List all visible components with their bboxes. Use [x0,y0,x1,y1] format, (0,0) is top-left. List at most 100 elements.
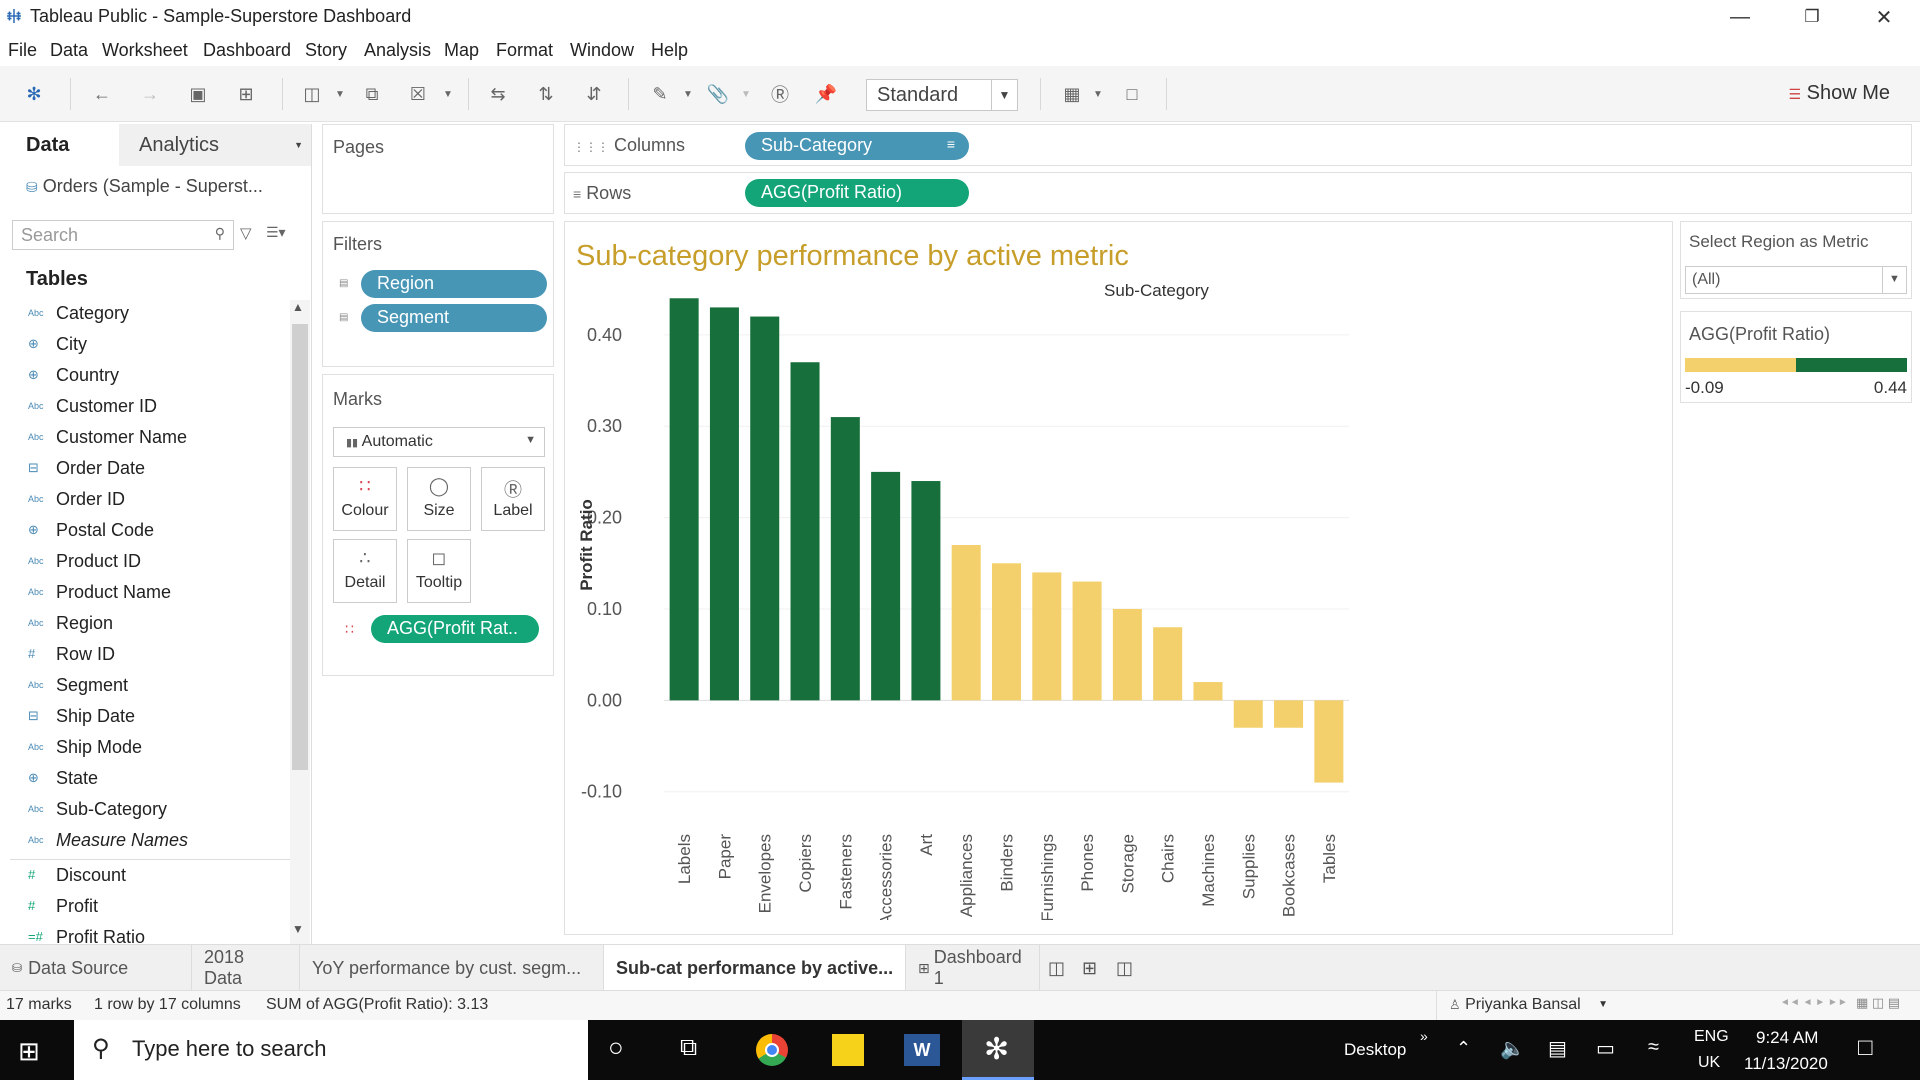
word-icon[interactable]: W [904,1034,940,1066]
chevron-down-icon[interactable]: ▼ [326,80,354,108]
sort-descending-icon[interactable]: ⇵ [580,80,608,108]
tab-2018-data[interactable]: 2018 Data [192,945,300,991]
tab-analytics[interactable]: Analytics ▼ [119,124,311,166]
wifi-icon[interactable]: ≈ [1648,1036,1659,1059]
scrollbar-thumb[interactable] [292,324,308,770]
clock-date[interactable]: 11/13/2020 [1744,1054,1828,1074]
tab-data-source[interactable]: ⛁ Data Source [0,945,192,991]
menu-help[interactable]: Help [651,40,688,61]
field-item[interactable]: Abc Category [0,300,290,330]
field-item[interactable]: ⊕ Country [0,362,290,392]
save-icon[interactable]: ▣ [184,80,212,108]
field-item[interactable]: Abc Customer Name [0,424,290,454]
new-worksheet-icon[interactable]: ◫ [298,80,326,108]
scroll-down-icon[interactable]: ▼ [292,922,304,936]
fit-select[interactable]: Standard ▼ [866,79,1018,111]
columns-pill-subcategory[interactable]: Sub-Category ≡ [745,132,969,160]
tab-dashboard-1[interactable]: ⊞ Dashboard 1 [906,945,1040,991]
add-datasource-icon[interactable]: ⊞ [232,80,260,108]
battery-icon[interactable]: ▭ [1596,1036,1615,1061]
chevron-down-icon[interactable]: ▼ [732,80,760,108]
label-button[interactable]: Ⓡ Label [481,467,545,531]
group-icon[interactable]: 📎 [704,80,732,108]
redo-icon[interactable]: → [136,80,164,108]
language-eng[interactable]: ENG [1694,1028,1729,1046]
tableau-taskbar-icon[interactable]: ✻ [962,1020,1034,1080]
menu-file[interactable]: File [8,40,37,61]
sticky-notes-icon[interactable] [832,1034,864,1066]
volume-icon[interactable]: 🔈 [1500,1036,1525,1061]
filter-pill-segment[interactable]: Segment [361,304,547,332]
field-item[interactable]: Abc Region [0,610,290,640]
new-worksheet-tab-icon[interactable]: ◫ [1040,945,1074,991]
tab-data[interactable]: Data [0,124,118,166]
labels-icon[interactable]: Ⓡ [766,80,794,108]
new-dashboard-tab-icon[interactable]: ⊞ [1074,945,1108,991]
taskbar-search-input[interactable]: ⚲ Type here to search [74,1020,588,1080]
region-parameter-select[interactable]: (All) ▼ [1685,266,1907,294]
show-me-button[interactable]: ☰ Show Me [1789,82,1891,105]
field-item[interactable]: # Profit [0,893,290,923]
field-item[interactable]: ⊕ State [0,765,290,795]
close-button[interactable]: ✕ [1856,0,1912,34]
field-item[interactable]: Abc Order ID [0,486,290,516]
new-story-tab-icon[interactable]: ◫ [1108,945,1142,991]
menu-dashboard[interactable]: Dashboard [203,40,291,61]
field-item[interactable]: ⊟ Ship Date [0,703,290,733]
size-button[interactable]: ◯ Size [407,467,471,531]
field-item[interactable]: Abc Customer ID [0,393,290,423]
tab-subcat-performance[interactable]: Sub-cat performance by active... [604,945,906,991]
cards-icon[interactable]: ▦ [1058,80,1086,108]
field-item[interactable]: ⊟ Order Date [0,455,290,485]
presentation-icon[interactable]: □ [1118,80,1146,108]
swap-axes-icon[interactable]: ⇆ [484,80,512,108]
field-search-input[interactable]: Search ⚲ [12,220,234,250]
field-item[interactable]: Abc Product Name [0,579,290,609]
windows-start-icon[interactable]: ⊞ [18,1036,40,1067]
tooltip-button[interactable]: ◻ Tooltip [407,539,471,603]
clock-time[interactable]: 9:24 AM [1756,1028,1818,1048]
field-item[interactable]: ⊕ Postal Code [0,517,290,547]
desktop-toolbar-label[interactable]: Desktop [1344,1040,1406,1060]
field-item[interactable]: Abc Segment [0,672,290,702]
filter-pill-region[interactable]: Region [361,270,547,298]
user-menu[interactable]: ♙ Priyanka Bansal ▼ [1436,991,1616,1021]
chevron-down-icon[interactable]: ▼ [674,80,702,108]
clear-sheet-icon[interactable]: ☒ [404,80,432,108]
rows-pill-profit-ratio[interactable]: AGG(Profit Ratio) [745,179,969,207]
field-item[interactable]: Abc Product ID [0,548,290,578]
menu-map[interactable]: Map [444,40,479,61]
tab-yoy-performance[interactable]: YoY performance by cust. segm... [300,945,604,991]
minimize-button[interactable]: — [1712,0,1768,34]
highlight-icon[interactable]: ✎ [646,80,674,108]
scroll-up-icon[interactable]: ▲ [292,300,304,314]
filter-icon[interactable]: ▽ [240,224,252,242]
menu-data[interactable]: Data [50,40,88,61]
display-icon[interactable]: ▤ [1548,1036,1567,1061]
field-item[interactable]: # Row ID [0,641,290,671]
chevron-down-icon[interactable]: ▼ [434,80,462,108]
chrome-icon[interactable] [756,1034,788,1066]
chevron-down-icon[interactable]: ▼ [1084,80,1112,108]
cortana-icon[interactable]: ○ [608,1032,624,1063]
field-item[interactable]: Abc Sub-Category [0,796,290,826]
menu-analysis[interactable]: Analysis [364,40,431,61]
marks-colour-pill[interactable]: AGG(Profit Rat.. [371,615,539,643]
tableau-home-icon[interactable]: ✻ [20,80,48,108]
notifications-icon[interactable]: □ [1858,1034,1873,1062]
mark-type-select[interactable]: ▮▮ Automatic ▼ [333,427,545,457]
sheet-nav-icon[interactable]: ◄◄ ◄ ► ►► [1780,997,1848,1008]
pin-axes-icon[interactable]: 📌 [812,80,840,108]
field-item[interactable]: Abc Ship Mode [0,734,290,764]
duplicate-sheet-icon[interactable]: ⧉ [358,80,386,108]
sort-ascending-icon[interactable]: ⇅ [532,80,560,108]
undo-icon[interactable]: ← [88,80,116,108]
sheet-sorter-icon[interactable]: ▦ ◫ ▤ [1856,995,1900,1011]
language-uk[interactable]: UK [1698,1054,1720,1072]
menu-story[interactable]: Story [305,40,347,61]
menu-format[interactable]: Format [496,40,553,61]
task-view-icon[interactable]: ⧉ [680,1034,697,1062]
restore-button[interactable]: ❐ [1784,0,1840,34]
field-item[interactable]: ⊕ City [0,331,290,361]
menu-worksheet[interactable]: Worksheet [102,40,188,61]
